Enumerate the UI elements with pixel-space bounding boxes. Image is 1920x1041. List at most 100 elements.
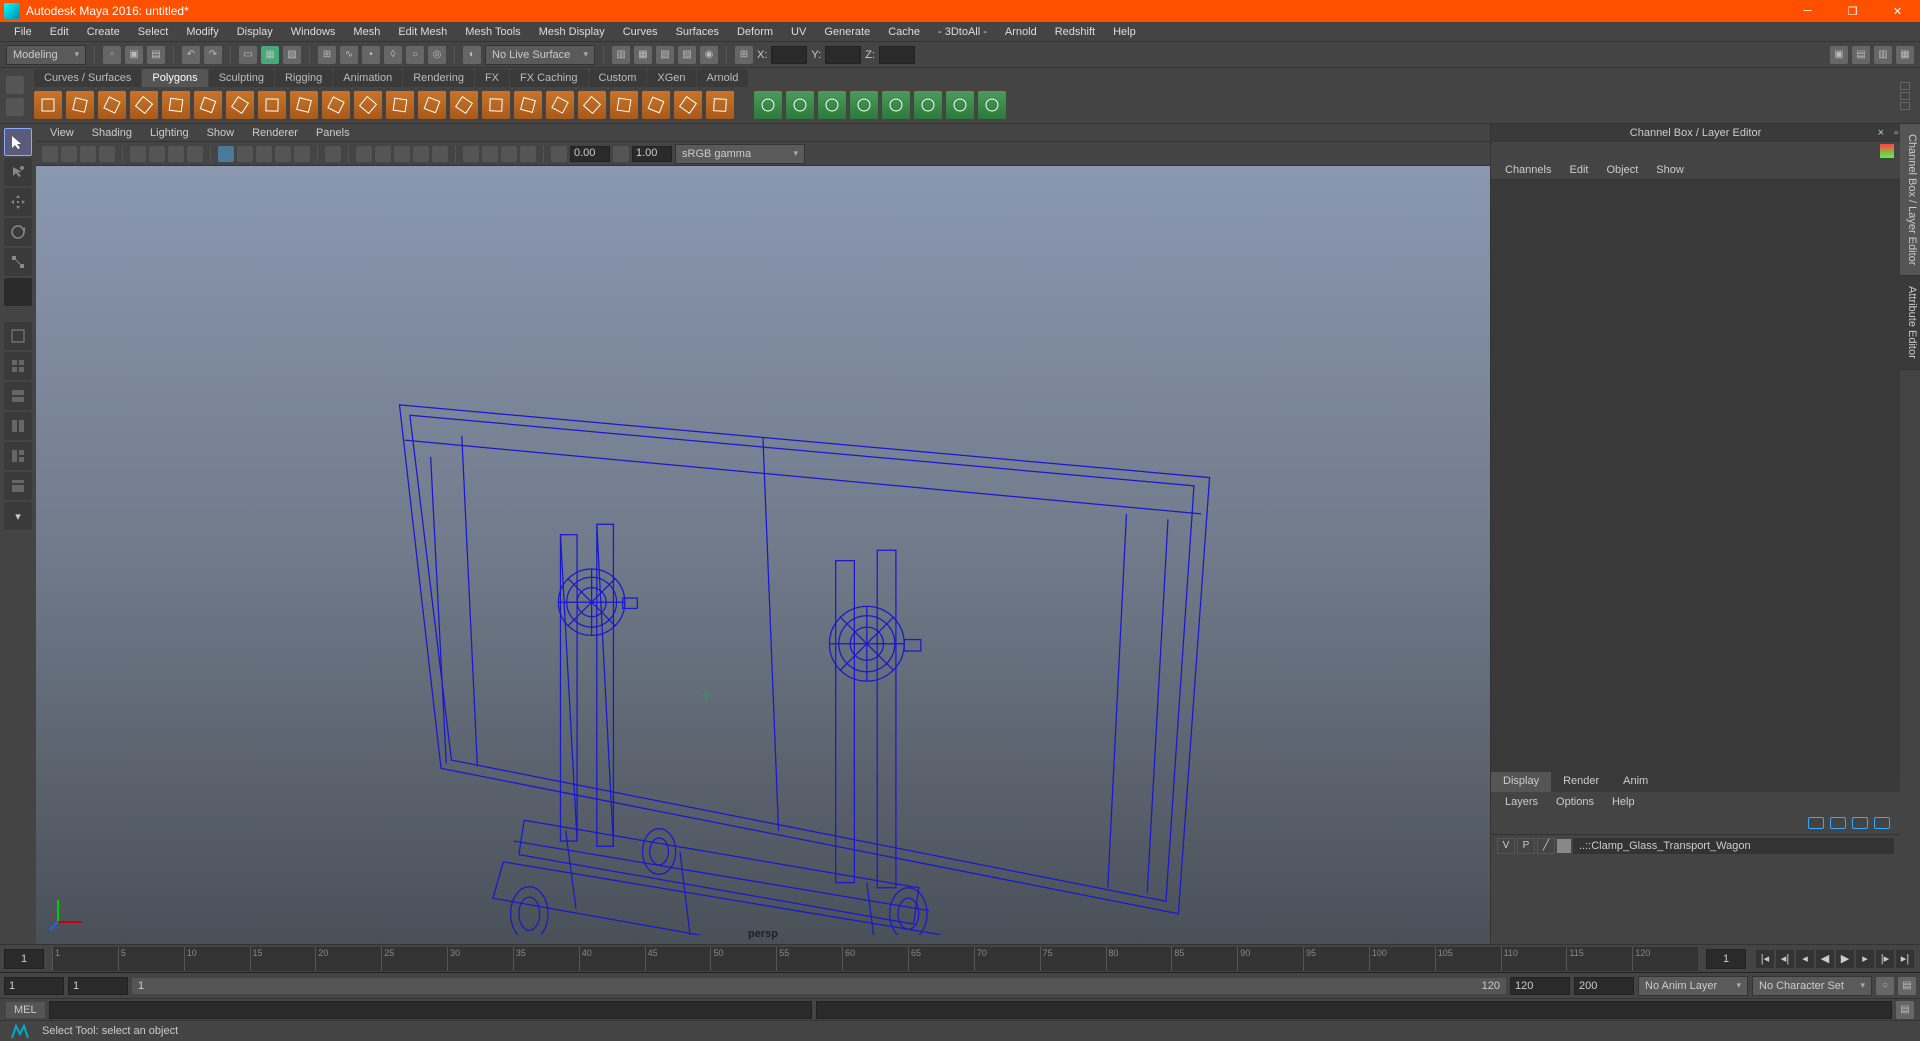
channel-menu-show[interactable]: Show	[1648, 162, 1692, 178]
new-scene-icon[interactable]: ▫	[103, 46, 121, 64]
menu-curves[interactable]: Curves	[615, 24, 666, 40]
autokey-icon[interactable]: ○	[1876, 977, 1894, 995]
exposure-icon[interactable]	[551, 146, 567, 162]
shelf-scroll[interactable]	[1890, 68, 1920, 123]
menu-file[interactable]: File	[6, 24, 40, 40]
menu-deform[interactable]: Deform	[729, 24, 781, 40]
culling-icon[interactable]	[520, 146, 536, 162]
lock-camera-icon[interactable]	[61, 146, 77, 162]
fog-icon[interactable]	[482, 146, 498, 162]
open-scene-icon[interactable]: ▣	[125, 46, 143, 64]
isolate-icon[interactable]	[325, 146, 341, 162]
layer-menu-help[interactable]: Help	[1604, 794, 1643, 810]
select-component-icon[interactable]: ▨	[283, 46, 301, 64]
poly-shelf-icon-7[interactable]	[258, 91, 286, 119]
menu-generate[interactable]: Generate	[816, 24, 878, 40]
shelf-tab-fx-caching[interactable]: FX Caching	[510, 69, 587, 87]
wireframe-icon[interactable]	[218, 146, 234, 162]
play-start-field[interactable]: 1	[68, 977, 128, 995]
lasso-tool[interactable]	[4, 158, 32, 186]
shelf-tab-custom[interactable]: Custom	[589, 69, 647, 87]
construction-history-icon[interactable]: ▥	[612, 46, 630, 64]
snap-point-icon[interactable]: •	[362, 46, 380, 64]
layer-visibility[interactable]: V	[1497, 838, 1515, 854]
menu-create[interactable]: Create	[79, 24, 128, 40]
layout-outliner-icon[interactable]	[4, 472, 32, 500]
manip-icon[interactable]	[1880, 144, 1894, 158]
layer-tab-display[interactable]: Display	[1491, 772, 1551, 792]
hw-fog-icon[interactable]	[501, 146, 517, 162]
layer-menu-layers[interactable]: Layers	[1497, 794, 1546, 810]
toggle-channel-box-icon[interactable]: ▦	[1896, 46, 1914, 64]
current-frame-right[interactable]: 1	[1706, 949, 1746, 969]
layer-tab-anim[interactable]: Anim	[1611, 772, 1660, 792]
command-input[interactable]	[49, 1001, 812, 1019]
layer-playback[interactable]: P	[1517, 838, 1535, 854]
panel-menu-view[interactable]: View	[42, 126, 82, 140]
menu-select[interactable]: Select	[130, 24, 177, 40]
poly-shelf-icon-17[interactable]	[578, 91, 606, 119]
layer-name[interactable]: ..::Clamp_Glass_Transport_Wagon	[1573, 838, 1894, 854]
mesh-shelf-icon-0[interactable]	[754, 91, 782, 119]
coord-y-field[interactable]	[825, 46, 861, 64]
menu-mesh[interactable]: Mesh	[345, 24, 388, 40]
poly-shelf-icon-10[interactable]	[354, 91, 382, 119]
poly-shelf-icon-15[interactable]	[514, 91, 542, 119]
close-button[interactable]: ✕	[1875, 0, 1920, 22]
channel-box-body[interactable]	[1491, 180, 1900, 772]
mesh-shelf-icon-6[interactable]	[946, 91, 974, 119]
side-tab-channel-box-layer-editor[interactable]: Channel Box / Layer Editor	[1900, 124, 1920, 276]
exposure-field[interactable]: 0.00	[570, 146, 610, 162]
scale-tool[interactable]	[4, 248, 32, 276]
redo-icon[interactable]: ↷	[204, 46, 222, 64]
shelf-tab-sculpting[interactable]: Sculpting	[209, 69, 274, 87]
step-fwd-icon[interactable]: ▸	[1856, 950, 1874, 968]
poly-shelf-icon-0[interactable]	[34, 91, 62, 119]
live-surface-dropdown[interactable]: No Live Surface	[485, 45, 595, 65]
character-set-dropdown[interactable]: No Character Set	[1752, 976, 1872, 996]
shaded-icon[interactable]	[237, 146, 253, 162]
resolution-gate-icon[interactable]	[168, 146, 184, 162]
xray-icon[interactable]	[356, 146, 372, 162]
layer-menu-options[interactable]: Options	[1548, 794, 1602, 810]
shadows-icon[interactable]	[294, 146, 310, 162]
shelf-tab-fx[interactable]: FX	[475, 69, 509, 87]
poly-shelf-icon-9[interactable]	[322, 91, 350, 119]
menu-help[interactable]: Help	[1105, 24, 1144, 40]
poly-shelf-icon-19[interactable]	[642, 91, 670, 119]
step-back-icon[interactable]: ◂	[1796, 950, 1814, 968]
coord-z-field[interactable]	[879, 46, 915, 64]
mesh-shelf-icon-1[interactable]	[786, 91, 814, 119]
menu-mesh-display[interactable]: Mesh Display	[531, 24, 613, 40]
shelf-tab-animation[interactable]: Animation	[333, 69, 402, 87]
poly-shelf-icon-5[interactable]	[194, 91, 222, 119]
menu-surfaces[interactable]: Surfaces	[668, 24, 727, 40]
minimize-button[interactable]: ─	[1785, 0, 1830, 22]
time-track[interactable]: 1510152025303540455055606570758085909510…	[52, 947, 1698, 971]
render-icon[interactable]: ▦	[634, 46, 652, 64]
anim-layer-dropdown[interactable]: No Anim Layer	[1638, 976, 1748, 996]
toggle-attr-editor-icon[interactable]: ▤	[1852, 46, 1870, 64]
antialias-icon[interactable]	[432, 146, 448, 162]
new-layer-assign-icon[interactable]	[1874, 817, 1890, 829]
menu-edit[interactable]: Edit	[42, 24, 77, 40]
grid-icon[interactable]: ⊞	[735, 46, 753, 64]
side-tab-attribute-editor[interactable]: Attribute Editor	[1900, 276, 1920, 370]
panel-menu-lighting[interactable]: Lighting	[142, 126, 197, 140]
poly-shelf-icon-8[interactable]	[290, 91, 318, 119]
channel-menu-channels[interactable]: Channels	[1497, 162, 1559, 178]
select-camera-icon[interactable]	[42, 146, 58, 162]
workspace-dropdown[interactable]: Modeling	[6, 45, 86, 65]
shelf-editor-icon[interactable]	[6, 98, 24, 116]
poly-shelf-icon-3[interactable]	[130, 91, 158, 119]
layout-two-h-icon[interactable]	[4, 382, 32, 410]
poly-shelf-icon-21[interactable]	[706, 91, 734, 119]
channel-menu-object[interactable]: Object	[1598, 162, 1646, 178]
undock-icon[interactable]: ▫	[1894, 127, 1898, 139]
maximize-button[interactable]: ❐	[1830, 0, 1875, 22]
menu-windows[interactable]: Windows	[283, 24, 344, 40]
motion-blur-icon[interactable]	[413, 146, 429, 162]
select-object-icon[interactable]: ▦	[261, 46, 279, 64]
poly-shelf-icon-16[interactable]	[546, 91, 574, 119]
play-fwd-icon[interactable]: ▶	[1836, 950, 1854, 968]
